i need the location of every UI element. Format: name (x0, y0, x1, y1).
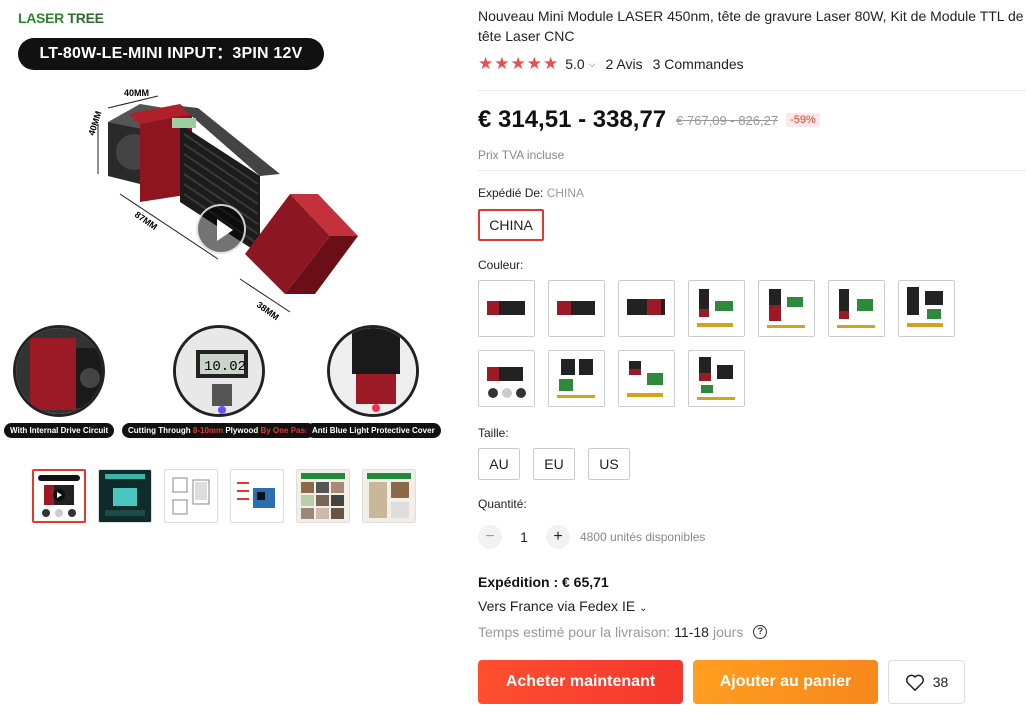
dim-length: 87MM (133, 209, 159, 232)
increase-quantity-button[interactable]: + (546, 525, 570, 549)
price-row: € 314,51 - 338,77 € 767,09 - 826,27 -59% (478, 106, 820, 134)
divider (478, 170, 1026, 171)
shipping-cost: Expédition : € 65,71 (478, 574, 609, 590)
color-swatch[interactable] (898, 280, 955, 337)
color-swatch[interactable] (618, 280, 675, 337)
size-label: Taille: (478, 426, 509, 440)
dim-width: 40MM (124, 88, 149, 98)
add-to-cart-button[interactable]: Ajouter au panier (693, 660, 878, 704)
color-swatch[interactable] (618, 350, 675, 407)
rating-row: ★★★★★ 5.0 ⌵ 2 Avis 3 Commandes (478, 54, 744, 74)
brand-logo: LASER TREE (18, 10, 104, 26)
wishlist-button[interactable]: 38 (888, 660, 965, 704)
feature-caption: Cutting Through 8-10mm Plywood By One Pa… (122, 423, 316, 438)
chevron-down-icon: ⌄ (639, 603, 648, 614)
dim-height: 40MM (86, 110, 103, 137)
color-swatch[interactable] (828, 280, 885, 337)
color-swatch[interactable] (758, 280, 815, 337)
ship-from-label: Expédié De: CHINA (478, 186, 585, 200)
thumbnail[interactable] (98, 469, 152, 523)
feature-protective-cover: Anti Blue Light Protective Cover (306, 325, 441, 438)
color-swatch[interactable] (548, 280, 605, 337)
rating-value: 5.0 (565, 56, 585, 72)
thumbnail[interactable] (230, 469, 284, 523)
star-rating-icon: ★★★★★ (478, 54, 560, 73)
feature-image: 10.02 (172, 325, 265, 417)
color-swatch[interactable] (478, 350, 535, 407)
color-swatch[interactable] (688, 280, 745, 337)
color-swatch[interactable] (478, 280, 535, 337)
thumbnail[interactable] (362, 469, 416, 523)
reviews-link[interactable]: 2 Avis (606, 56, 643, 72)
thumbnail[interactable] (296, 469, 350, 523)
color-swatch[interactable] (688, 350, 745, 407)
size-option-eu[interactable]: EU (533, 448, 575, 480)
original-price: € 767,09 - 826,27 (676, 112, 779, 128)
feature-drive-circuit: With Internal Drive Circuit (4, 325, 115, 438)
product-title: Nouveau Mini Module LASER 450nm, tête de… (478, 8, 1024, 44)
meter-display: 10.02 (204, 359, 246, 375)
feature-image (13, 325, 106, 417)
divider (478, 90, 1026, 91)
chevron-down-icon[interactable]: ⌵ (589, 59, 596, 70)
feature-cutting: 10.02 Cutting Through 8-10mm Plywood By … (122, 325, 316, 438)
size-option-au[interactable]: AU (478, 448, 520, 480)
help-icon[interactable]: ? (753, 625, 768, 639)
size-option-us[interactable]: US (588, 448, 630, 480)
color-label: Couleur: (478, 258, 524, 272)
quantity-label: Quantité: (478, 497, 527, 511)
play-video-button[interactable] (196, 204, 246, 254)
buy-now-button[interactable]: Acheter maintenant (478, 660, 683, 704)
thumbnail[interactable] (164, 469, 218, 523)
feature-caption: Anti Blue Light Protective Cover (306, 423, 441, 438)
laser-module-image: 40MM 40MM 87MM 38MM (86, 88, 358, 322)
decrease-quantity-button[interactable]: − (478, 525, 502, 549)
feature-caption: With Internal Drive Circuit (4, 423, 115, 438)
model-banner: LT-80W-LE-MINI INPUT：3PIN 12V (18, 38, 324, 70)
thumbnail-strip (32, 469, 416, 523)
quantity-stepper: − 1 + 4800 unités disponibles (478, 525, 705, 549)
quantity-input[interactable]: 1 (502, 529, 546, 545)
discount-badge: -59% (786, 113, 820, 127)
orders-count: 3 Commandes (652, 56, 744, 72)
tax-note: Prix TVA incluse (478, 148, 565, 162)
feature-image (327, 325, 420, 417)
price: € 314,51 - 338,77 (478, 106, 667, 133)
thumbnail[interactable] (32, 469, 86, 523)
stock-available: 4800 unités disponibles (580, 530, 706, 544)
product-gallery: LASER TREE LT-80W-LE-MINI INPUT：3PIN 12V (0, 0, 470, 530)
wishlist-count: 38 (932, 674, 949, 690)
delivery-estimate: Temps estimé pour la livraison: 11-18 jo… (478, 624, 768, 640)
color-swatch[interactable] (548, 350, 605, 407)
shipping-method-selector[interactable]: Vers France via Fedex IE ⌄ (478, 598, 647, 614)
heart-icon (905, 674, 924, 691)
ship-from-china-option[interactable]: CHINA (478, 209, 544, 241)
